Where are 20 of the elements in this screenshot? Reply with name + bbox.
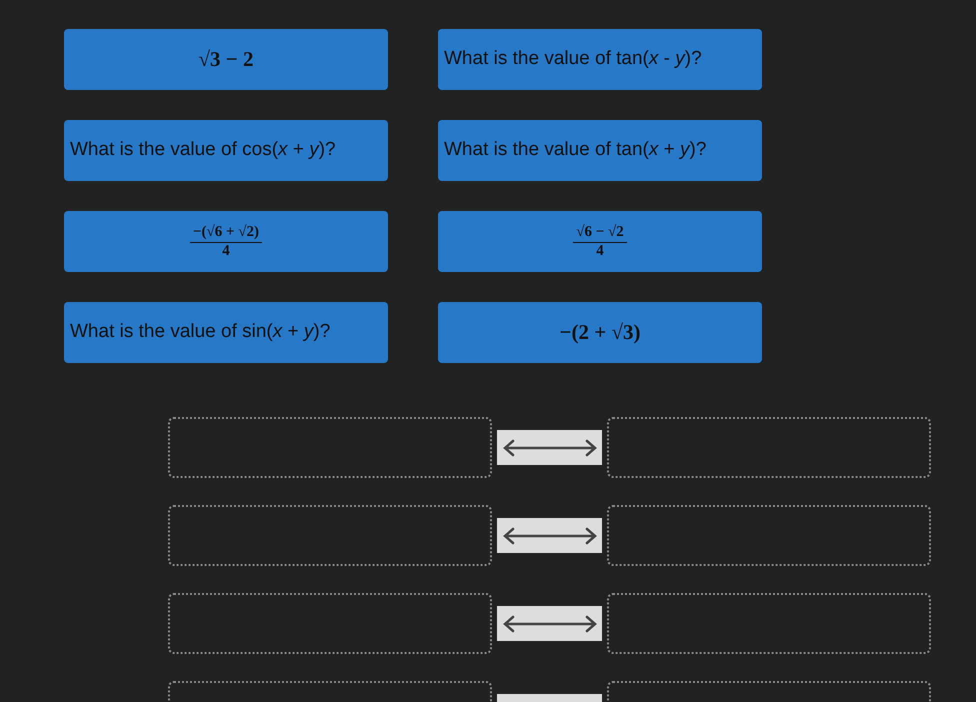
swap-button[interactable] — [497, 606, 602, 641]
fraction-tile[interactable]: −(√6 + √2) 4 — [64, 211, 388, 272]
swap-button[interactable] — [497, 430, 602, 465]
question-tile[interactable]: What is the value of sin(x + y)? — [64, 302, 388, 363]
double-arrow-icon — [502, 526, 598, 546]
fraction-tile[interactable]: √6 − √2 4 — [438, 211, 762, 272]
math-tile[interactable]: √3 − 2 — [64, 29, 388, 90]
drop-zone[interactable] — [607, 505, 931, 566]
drop-zone[interactable] — [168, 417, 492, 478]
drop-zone[interactable] — [168, 505, 492, 566]
math-tile[interactable]: −(2 + √3) — [438, 302, 762, 363]
drop-zone[interactable] — [607, 417, 931, 478]
double-arrow-icon — [502, 614, 598, 634]
drop-zone[interactable] — [607, 593, 931, 654]
question-tile[interactable]: What is the value of tan(x - y)? — [438, 29, 762, 90]
double-arrow-icon — [502, 438, 598, 458]
drop-zone[interactable] — [168, 593, 492, 654]
question-tile[interactable]: What is the value of tan(x + y)? — [438, 120, 762, 181]
swap-button[interactable] — [497, 518, 602, 553]
question-tile[interactable]: What is the value of cos(x + y)? — [64, 120, 388, 181]
